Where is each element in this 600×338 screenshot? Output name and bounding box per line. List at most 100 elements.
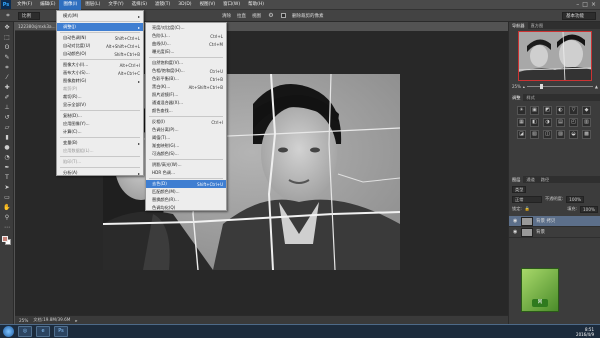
view-select[interactable]: 视图 xyxy=(252,13,261,19)
tab-layers[interactable]: 图层 xyxy=(509,176,524,183)
tab-navigator[interactable]: 导航器 xyxy=(509,22,528,29)
crop-ratio-select[interactable]: 比例 xyxy=(18,11,40,20)
workspace-select[interactable]: 基本功能 xyxy=(562,11,596,20)
photo-filter-adjust-icon[interactable]: ◑ xyxy=(543,118,552,127)
marquee-tool-icon[interactable]: ⬚ xyxy=(3,34,11,42)
close-icon[interactable]: × xyxy=(591,1,596,8)
zoom-tool-icon[interactable]: ⚲ xyxy=(3,214,11,222)
hdr-adjust-icon[interactable]: ▩ xyxy=(582,130,591,139)
taskbar-clock[interactable]: 8:51 2016/4/9 xyxy=(576,327,600,337)
menu-item-replace-color[interactable]: 替换颜色(R)... xyxy=(146,196,226,204)
crop-tool-icon[interactable]: ⌗ xyxy=(3,64,11,72)
vibrance-adjust-icon[interactable]: ▽ xyxy=(569,106,578,115)
menu-item-invert[interactable]: 反相(I) Ctrl+I xyxy=(146,118,226,126)
tab-histogram[interactable]: 直方图 xyxy=(528,22,547,29)
menu-item-match-color[interactable]: 匹配颜色(M)... xyxy=(146,188,226,196)
tab-styles[interactable]: 样式 xyxy=(523,94,537,101)
menu-type[interactable]: 文字(Y) xyxy=(104,0,127,10)
black-white-adjust-icon[interactable]: ◧ xyxy=(530,118,539,127)
layer-name[interactable]: 背景 拷贝 xyxy=(536,218,555,224)
shadows-adjust-icon[interactable]: ◒ xyxy=(569,130,578,139)
history-brush-icon[interactable]: ↺ xyxy=(3,114,11,122)
menu-item-variables[interactable]: 变量(B) ▸ xyxy=(57,139,143,147)
menu-item-hue-saturation[interactable]: 色相/饱和度(H)... Ctrl+U xyxy=(146,67,226,75)
straighten-button[interactable]: 拉直 xyxy=(237,13,246,19)
hue-adjust-icon[interactable]: ◆ xyxy=(582,106,591,115)
menu-image[interactable]: 图像(I) xyxy=(59,0,82,10)
eye-icon[interactable]: ◉ xyxy=(513,218,518,224)
zoom-slider-knob[interactable] xyxy=(540,83,544,89)
hand-tool-icon[interactable]: ✋ xyxy=(3,204,11,212)
menu-item-mode[interactable]: 模式(M) ▸ xyxy=(57,12,143,20)
menu-item-exposure[interactable]: 曝光度(E)... xyxy=(146,48,226,56)
menu-item-photo-filter[interactable]: 照片滤镜(F)... xyxy=(146,91,226,99)
color-lookup-adjust-icon[interactable]: ◰ xyxy=(569,118,578,127)
start-button-icon[interactable] xyxy=(3,326,14,337)
layer-name[interactable]: 背景 xyxy=(536,229,545,235)
menu-item-desaturate[interactable]: 去色(D) Shift+Ctrl+U xyxy=(146,180,226,188)
menu-filter[interactable]: 滤镜(T) xyxy=(151,0,174,10)
channel-mixer-adjust-icon[interactable]: ▤ xyxy=(556,118,565,127)
minimize-icon[interactable]: – xyxy=(576,1,579,8)
menu-window[interactable]: 窗口(W) xyxy=(219,0,244,10)
menu-item-posterize[interactable]: 色调分离(P)... xyxy=(146,126,226,134)
ad-badge-image[interactable]: 网 xyxy=(521,268,559,312)
posterize-adjust-icon[interactable]: ◪ xyxy=(517,130,526,139)
menu-item-gradient-map[interactable]: 渐变映射(G)... xyxy=(146,142,226,150)
fill-input[interactable]: 100% xyxy=(580,205,598,213)
menu-item-trim[interactable]: 裁切(R)... xyxy=(57,93,143,101)
lock-icon[interactable]: 🔒 xyxy=(525,206,530,212)
menu-item-channel-mixer[interactable]: 通道混合器(X)... xyxy=(146,99,226,107)
tab-channels[interactable]: 通道 xyxy=(523,176,537,183)
menu-edit[interactable]: 编辑(E) xyxy=(36,0,59,10)
zoom-slider[interactable] xyxy=(526,83,593,89)
layer-row[interactable]: ◉ 背景 拷贝 xyxy=(509,216,600,227)
menu-item-brightness-contrast[interactable]: 亮度/对比度(C)... xyxy=(146,24,226,32)
invert-adjust-icon[interactable]: ▥ xyxy=(582,118,591,127)
healing-tool-icon[interactable]: ✚ xyxy=(3,84,11,92)
menu-item-curves[interactable]: 曲线(U)... Ctrl+M xyxy=(146,40,226,48)
color-balance-adjust-icon[interactable]: ▦ xyxy=(517,118,526,127)
menu-item-duplicate[interactable]: 复制(D)... xyxy=(57,112,143,120)
quick-select-tool-icon[interactable]: ✎ xyxy=(3,54,11,62)
menu-3d[interactable]: 3D(D) xyxy=(174,0,195,10)
path-select-tool-icon[interactable]: ➤ xyxy=(3,184,11,192)
tab-adjustments[interactable]: 调整 xyxy=(509,94,524,101)
shape-tool-icon[interactable]: ▭ xyxy=(3,194,11,202)
layer-kind-filter[interactable]: 类型 xyxy=(512,185,527,193)
menu-item-levels[interactable]: 色阶(L)... Ctrl+L xyxy=(146,32,226,40)
taskbar-app-ie[interactable]: e xyxy=(36,326,50,337)
delete-cropped-checkbox[interactable] xyxy=(281,13,286,18)
zoom-in-icon[interactable]: ▲ xyxy=(595,84,598,89)
exposure-adjust-icon[interactable]: ◐ xyxy=(556,106,565,115)
menu-item-reveal-all[interactable]: 显示全部(V) xyxy=(57,101,143,109)
chevron-right-icon[interactable]: ▸ xyxy=(75,318,77,323)
menu-item-black-white[interactable]: 黑白(K)... Alt+Shift+Ctrl+B xyxy=(146,83,226,91)
maximize-icon[interactable]: □ xyxy=(582,1,588,8)
blend-mode-select[interactable]: 正常 xyxy=(512,195,542,203)
foreground-color-swatch[interactable] xyxy=(2,236,8,242)
brightness-adjust-icon[interactable]: ☀ xyxy=(517,106,526,115)
menu-item-threshold[interactable]: 阈值(T)... xyxy=(146,134,226,142)
stamp-tool-icon[interactable]: ⊥ xyxy=(3,104,11,112)
threshold-adjust-icon[interactable]: ▧ xyxy=(530,130,539,139)
menu-item-color-lookup[interactable]: 颜色查找... xyxy=(146,107,226,115)
menu-item-canvas-size[interactable]: 画布大小(S)... Alt+Ctrl+C xyxy=(57,69,143,77)
zoom-out-icon[interactable]: ▴ xyxy=(523,84,525,89)
gradient-map-adjust-icon[interactable]: ◫ xyxy=(543,130,552,139)
menu-item-equalize[interactable]: 色调均化(Q) xyxy=(146,204,226,212)
menu-item-calculations[interactable]: 计算(C)... xyxy=(57,128,143,136)
taskbar-app-photoshop[interactable]: Ps xyxy=(54,326,68,337)
menu-item-shadows-highlights[interactable]: 阴影/高光(W)... xyxy=(146,161,226,169)
type-tool-icon[interactable]: T xyxy=(3,174,11,182)
menu-select[interactable]: 选择(S) xyxy=(128,0,151,10)
menu-item-apply-image[interactable]: 应用图像(Y)... xyxy=(57,120,143,128)
menu-item-selective-color[interactable]: 可选颜色(S)... xyxy=(146,150,226,158)
menu-file[interactable]: 文件(F) xyxy=(13,0,36,10)
clear-button[interactable]: 清除 xyxy=(222,13,231,19)
more-tools-icon[interactable]: ⋯ xyxy=(3,224,11,232)
dodge-tool-icon[interactable]: ◔ xyxy=(3,154,11,162)
blur-tool-icon[interactable]: ● xyxy=(3,144,11,152)
menu-item-auto-tone[interactable]: 自动色调(N) Shift+Ctrl+L xyxy=(57,34,143,42)
menu-item-auto-color[interactable]: 自动颜色(O) Shift+Ctrl+B xyxy=(57,50,143,58)
